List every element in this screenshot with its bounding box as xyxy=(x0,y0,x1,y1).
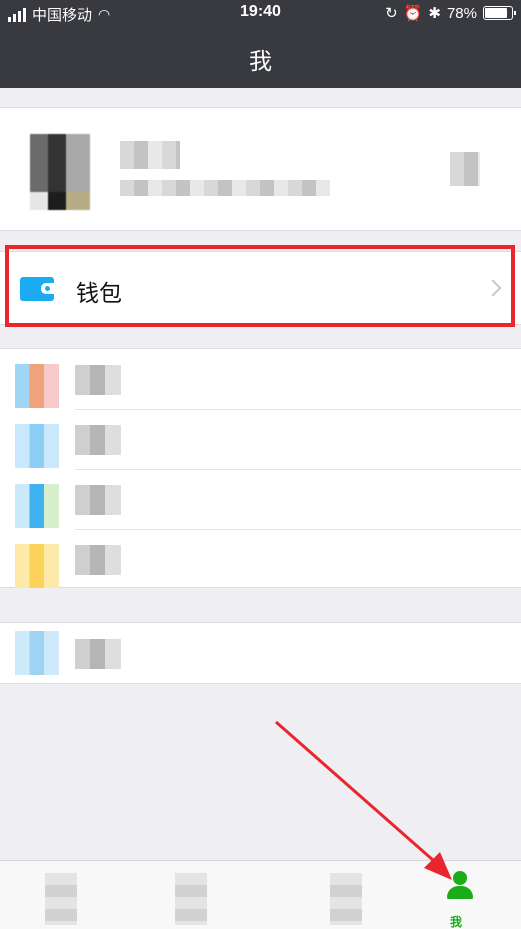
pointer-arrow-annotation xyxy=(275,720,452,880)
